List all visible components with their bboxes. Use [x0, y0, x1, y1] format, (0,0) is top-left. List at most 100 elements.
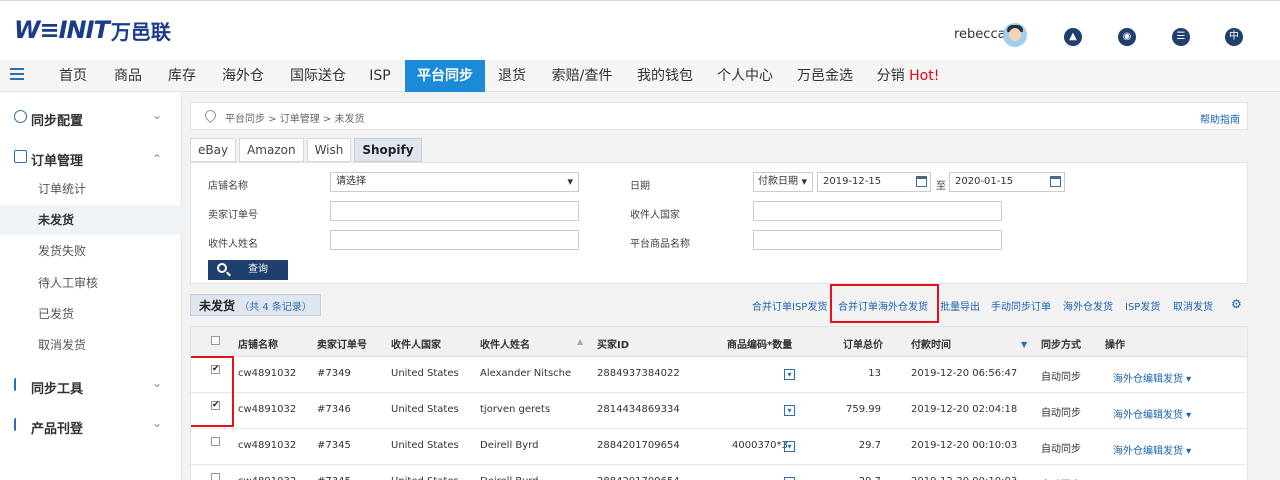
overseas-edit-ship-link[interactable]: 海外仓编辑发货 ▾	[1113, 406, 1191, 421]
col-paid-time[interactable]: 付款时间	[911, 336, 951, 351]
chevron-down-icon: ⌄	[152, 108, 163, 122]
search-button[interactable]: 查询	[208, 260, 288, 280]
sidebar-item-unshipped[interactable]: 未发货	[0, 205, 182, 235]
sidebar-item-ship-failed[interactable]: 发货失败	[0, 236, 182, 266]
action-link-label: 海外仓编辑发货	[1113, 374, 1183, 385]
main-nav: 首页 商品 库存 海外仓 国际送仓 ISP 平台同步 退货 索赔/查件 我的钱包…	[0, 60, 1280, 92]
winit-logo[interactable]: W≡INIT 万邑联	[14, 15, 171, 45]
sidebar-item-cancelled[interactable]: 取消发货	[0, 330, 182, 360]
date-from-value: 2019-12-15	[823, 176, 882, 187]
sidebar-item-order-stats[interactable]: 订单统计	[0, 174, 182, 204]
nav-international-transfer[interactable]: 国际送仓	[282, 60, 354, 92]
sidebar-group-product-listing[interactable]: 产品刊登 ⌄	[0, 414, 182, 438]
language-icon[interactable]: 中	[1225, 28, 1243, 46]
upload-icon[interactable]: ▲	[1064, 28, 1082, 46]
sidebar-group-sync-tools[interactable]: 同步工具 ⌄	[0, 374, 182, 398]
home-icon	[14, 418, 27, 431]
calendar-icon[interactable]	[1050, 176, 1061, 187]
sync-mode-cell: 自动同步	[1041, 444, 1081, 455]
col-country[interactable]: 收件人国家	[391, 336, 441, 351]
total-cell: 29.7	[858, 440, 881, 451]
col-store[interactable]: 店铺名称	[238, 336, 278, 351]
help-guide-link[interactable]: 帮助指南	[1200, 111, 1240, 126]
cancel-ship-link[interactable]: 取消发货	[1173, 298, 1213, 313]
nav-personal-center[interactable]: 个人中心	[712, 60, 778, 92]
isp-ship-link[interactable]: ISP发货	[1125, 298, 1160, 313]
tab-ebay[interactable]: eBay	[190, 138, 237, 162]
gear-icon[interactable]: ⚙	[1231, 297, 1242, 311]
nav-home[interactable]: 首页	[48, 60, 98, 92]
sidebar-group-label: 同步配置	[31, 114, 84, 129]
sort-icon[interactable]: ▲	[577, 337, 583, 346]
overseas-edit-ship-link[interactable]: 海外仓编辑发货 ▾	[1113, 442, 1191, 457]
col-order-total[interactable]: 订单总价	[843, 336, 883, 351]
sort-desc-icon[interactable]: ▼	[1021, 340, 1027, 349]
sidebar-group-order-management[interactable]: 订单管理 ⌃	[0, 146, 182, 170]
date-label: 日期	[630, 181, 650, 192]
logo-mark: W≡INIT	[14, 16, 110, 44]
col-recipient[interactable]: 收件人姓名	[480, 336, 530, 351]
seller-order-input[interactable]	[330, 201, 579, 221]
col-seller-order[interactable]: 卖家订单号	[317, 336, 367, 351]
recipient-name-input[interactable]	[330, 230, 579, 250]
table-row: ✔ cw4891032 #7349 United States Alexander Ni…	[191, 357, 1247, 393]
breadcrumb-text: 平台同步 > 订单管理 > 未发货	[225, 114, 365, 125]
nav-wallet[interactable]: 我的钱包	[632, 60, 698, 92]
batch-export-link[interactable]: 批量导出	[940, 298, 980, 313]
date-from-input[interactable]: 2019-12-15	[817, 172, 931, 192]
manual-sync-link[interactable]: 手动同步订单	[991, 298, 1051, 313]
filter-panel: 店铺名称 请选择 卖家订单号 收件人姓名 日期 付款日期 2019-12-15 …	[190, 162, 1248, 284]
row-checkbox[interactable]	[211, 437, 220, 446]
nav-inventory[interactable]: 库存	[157, 60, 207, 92]
nav-platform-sync[interactable]: 平台同步	[405, 60, 485, 92]
sidebar-group-sync-config[interactable]: 同步配置 ⌄	[0, 106, 182, 130]
caret-down-icon: ▾	[1183, 410, 1192, 421]
recipient-country-input[interactable]	[753, 201, 1002, 221]
tab-amazon[interactable]: Amazon	[239, 138, 304, 162]
order-cell: #7345	[317, 476, 351, 480]
action-bar: 未发货 （共 4 条记录） 合并订单ISP发货 合并订单海外仓发货 批量导出 手…	[190, 284, 1248, 323]
nav-distribution[interactable]: 分销 Hot!	[872, 60, 944, 92]
store-cell: cw4891032	[238, 476, 296, 480]
message-icon[interactable]: ☰	[1172, 28, 1190, 46]
username[interactable]: rebecca	[954, 27, 1006, 42]
support-icon[interactable]: ◉	[1118, 28, 1136, 46]
select-all-checkbox[interactable]	[211, 336, 220, 345]
date-to-input[interactable]: 2020-01-15	[949, 172, 1065, 192]
sidebar-item-pending-review[interactable]: 待人工审核	[0, 268, 182, 298]
store-cell: cw4891032	[238, 368, 297, 379]
expand-items-button[interactable]: ▾	[784, 369, 795, 380]
overseas-edit-ship-link[interactable]: 海外仓编辑发货 ▾	[1113, 370, 1191, 385]
overseas-ship-link[interactable]: 海外仓发货	[1063, 298, 1113, 313]
calendar-icon[interactable]	[916, 176, 927, 187]
merge-isp-ship-link[interactable]: 合并订单ISP发货	[752, 298, 827, 313]
date-to-separator: 至	[936, 181, 946, 192]
paid-time-cell: 2019-12-20 02:04:18	[911, 404, 1018, 415]
sidebar-group-label: 订单管理	[31, 154, 84, 169]
col-sku-qty[interactable]: 商品编码*数量	[727, 336, 792, 351]
tab-shopify[interactable]: Shopify	[354, 138, 422, 162]
store-name-select[interactable]: 请选择	[330, 172, 579, 192]
expand-items-button[interactable]: ▾	[784, 405, 795, 416]
row-checkbox[interactable]	[211, 473, 220, 480]
sidebar-item-shipped[interactable]: 已发货	[0, 299, 182, 329]
nav-isp[interactable]: ISP	[362, 60, 398, 92]
tab-wish[interactable]: Wish	[306, 138, 352, 162]
col-buyer-id[interactable]: 买家ID	[597, 336, 629, 351]
nav-products[interactable]: 商品	[103, 60, 153, 92]
nav-overseas-warehouse[interactable]: 海外仓	[212, 60, 274, 92]
expand-items-button[interactable]: ▾	[784, 441, 795, 452]
nav-claims[interactable]: 索赔/查件	[545, 60, 619, 92]
sync-mode-cell: 自动同步	[1041, 408, 1081, 419]
menu-icon[interactable]	[10, 68, 24, 82]
avatar[interactable]	[1003, 23, 1027, 47]
platform-product-input[interactable]	[753, 230, 1002, 250]
date-type-select[interactable]: 付款日期	[753, 172, 813, 192]
action-link-label: 海外仓编辑发货	[1113, 446, 1183, 457]
total-cell: 29.7	[859, 476, 881, 480]
nav-returns[interactable]: 退货	[492, 60, 532, 92]
record-count: （共 4 条记录）	[239, 302, 312, 313]
breadcrumb: 平台同步 > 订单管理 > 未发货 帮助指南	[190, 102, 1248, 130]
nav-winit-select[interactable]: 万邑金选	[792, 60, 858, 92]
order-cell: #7346	[317, 404, 351, 415]
